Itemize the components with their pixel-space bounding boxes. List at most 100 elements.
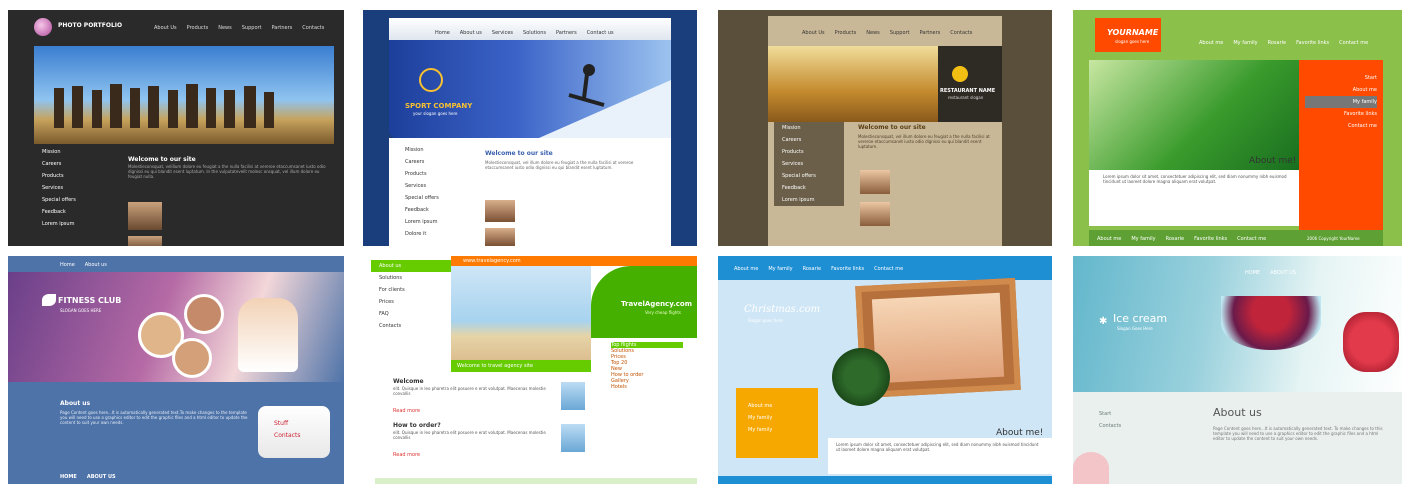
nav-link[interactable]: Contacts	[302, 25, 324, 31]
menu-item[interactable]: Special offers	[774, 170, 844, 182]
menu-item[interactable]: Careers	[34, 158, 114, 170]
template-thumb-travel-agency[interactable]: About us Solutions For clients Prices FA…	[363, 256, 697, 484]
menu-item[interactable]: My family	[1305, 96, 1377, 108]
nav-link[interactable]: News	[866, 30, 880, 36]
nav-link[interactable]: Support	[242, 25, 262, 31]
menu-item[interactable]: Careers	[774, 134, 844, 146]
template-thumb-ice-cream[interactable]: HOME ABOUT US ✱ Ice cream Slogan Goes He…	[1073, 256, 1402, 484]
menu-item[interactable]: Services	[397, 180, 467, 192]
menu-item[interactable]: Special offers	[397, 192, 467, 204]
nav-link[interactable]: Contact us	[587, 30, 614, 36]
menu-item[interactable]: Feedback	[397, 204, 467, 216]
nav-link[interactable]: My family	[1233, 40, 1257, 46]
nav-link[interactable]: Solutions	[523, 30, 546, 36]
footer-link[interactable]: Rosarie	[1166, 236, 1185, 242]
family-photo	[871, 292, 1005, 384]
contacts-link[interactable]: Contacts	[274, 432, 300, 439]
family-thumb	[561, 382, 585, 410]
nav-link[interactable]: About Us	[154, 25, 177, 31]
menu-item[interactable]: Products	[397, 168, 467, 180]
portrait-thumb	[860, 170, 890, 194]
menu-item[interactable]: Lorem ipsum	[397, 216, 467, 228]
menu-item[interactable]: For clients	[371, 284, 451, 296]
nav-link[interactable]: HOME	[1245, 270, 1260, 276]
top-nav: About Us Products News Support Partners …	[154, 25, 324, 31]
template-thumb-photo-portfolio[interactable]: PHOTO PORTFOLIO About Us Products News S…	[8, 10, 344, 246]
menu-item[interactable]: Solutions	[371, 272, 451, 284]
nav-link[interactable]: Favorite links	[831, 266, 864, 272]
menu-item[interactable]: Contacts	[1091, 420, 1187, 432]
menu-item[interactable]: Special offers	[34, 194, 114, 206]
nav-link[interactable]: Rosarie	[803, 266, 822, 272]
nav-link[interactable]: Partners	[920, 30, 941, 36]
menu-item[interactable]: Feedback	[774, 182, 844, 194]
menu-item[interactable]: FAQ	[371, 308, 451, 320]
nav-link[interactable]: My family	[768, 266, 792, 272]
nav-link[interactable]: Services	[492, 30, 513, 36]
nav-link[interactable]: About Us	[802, 30, 825, 36]
menu-item[interactable]: Start	[1305, 72, 1377, 84]
nav-link[interactable]: ABOUT US	[1270, 270, 1296, 276]
stuff-link[interactable]: Stuff	[274, 420, 288, 427]
nav-link[interactable]: Contact me	[874, 266, 903, 272]
nav-link[interactable]: Partners	[272, 25, 293, 31]
menu-item[interactable]: Favorite links	[1305, 108, 1377, 120]
top-nav: Home About us	[60, 262, 107, 268]
footer-link[interactable]: HOME	[60, 474, 77, 480]
brand-slogan: SLOGAN GOES HERE	[60, 308, 102, 313]
menu-item[interactable]: Lorem ipsum	[34, 218, 114, 230]
template-thumb-christmas[interactable]: About me My family Rosarie Favorite link…	[718, 256, 1052, 484]
portrait-thumb	[128, 236, 162, 246]
menu-item[interactable]: About me	[1305, 84, 1377, 96]
nav-link[interactable]: About us	[460, 30, 482, 36]
nav-link[interactable]: Partners	[556, 30, 577, 36]
template-thumb-yourname[interactable]: YOURNAME slogan goes here About me My fa…	[1073, 10, 1402, 246]
menu-item[interactable]: About me	[740, 400, 814, 412]
menu-item[interactable]: My family	[740, 424, 814, 436]
menu-item[interactable]: About us	[371, 260, 451, 272]
nav-link[interactable]: Home	[435, 30, 450, 36]
nav-link[interactable]: Products	[835, 30, 857, 36]
nav-link[interactable]: Rosarie	[1268, 40, 1287, 46]
nav-link[interactable]: Products	[187, 25, 209, 31]
nav-link[interactable]: About me	[1199, 40, 1223, 46]
menu-item[interactable]: Mission	[34, 146, 114, 158]
footer-link[interactable]: Favorite links	[1194, 236, 1227, 242]
footer-link[interactable]: ABOUT US	[87, 474, 116, 480]
menu-item[interactable]: Contacts	[371, 320, 451, 332]
menu-item[interactable]: Contact me	[1305, 120, 1377, 132]
template-thumb-sport-company[interactable]: Home About us Services Solutions Partner…	[363, 10, 697, 246]
nav-link[interactable]: Contact me	[1339, 40, 1368, 46]
menu-item[interactable]: Dolore it	[397, 228, 467, 240]
page-heading: About me!	[1249, 156, 1297, 166]
link-item[interactable]: Hotels	[611, 384, 683, 390]
nav-link[interactable]: About us	[85, 262, 107, 268]
menu-item[interactable]: Products	[34, 170, 114, 182]
menu-item[interactable]: Lorem ipsum	[774, 194, 844, 206]
top-nav: About Us Products News Support Partners …	[802, 30, 972, 36]
template-thumb-restaurant[interactable]: About Us Products News Support Partners …	[718, 10, 1052, 246]
menu-item[interactable]: Careers	[397, 156, 467, 168]
menu-item[interactable]: Start	[1091, 408, 1187, 420]
menu-item[interactable]: Prices	[371, 296, 451, 308]
footer-link[interactable]: My family	[1131, 236, 1155, 242]
nav-link[interactable]: Contacts	[950, 30, 972, 36]
read-more-link[interactable]: Read more	[393, 408, 420, 414]
footer-link[interactable]: About me	[1097, 236, 1121, 242]
nav-link[interactable]: Home	[60, 262, 75, 268]
footer-link[interactable]: Contact me	[1237, 236, 1266, 242]
logo-circle	[34, 18, 52, 36]
nav-link[interactable]: About me	[734, 266, 758, 272]
nav-link[interactable]: Favorite links	[1296, 40, 1329, 46]
template-thumb-fitness-club[interactable]: Home About us FITNESS CLUB SLOGAN GOES H…	[8, 256, 344, 484]
menu-item[interactable]: Services	[34, 182, 114, 194]
menu-item[interactable]: Mission	[397, 144, 467, 156]
menu-item[interactable]: Feedback	[34, 206, 114, 218]
menu-item[interactable]: Mission	[774, 122, 844, 134]
nav-link[interactable]: Support	[890, 30, 910, 36]
menu-item[interactable]: Products	[774, 146, 844, 158]
read-more-link[interactable]: Read more	[393, 452, 420, 458]
menu-item[interactable]: My family	[740, 412, 814, 424]
nav-link[interactable]: News	[218, 25, 232, 31]
menu-item[interactable]: Services	[774, 158, 844, 170]
